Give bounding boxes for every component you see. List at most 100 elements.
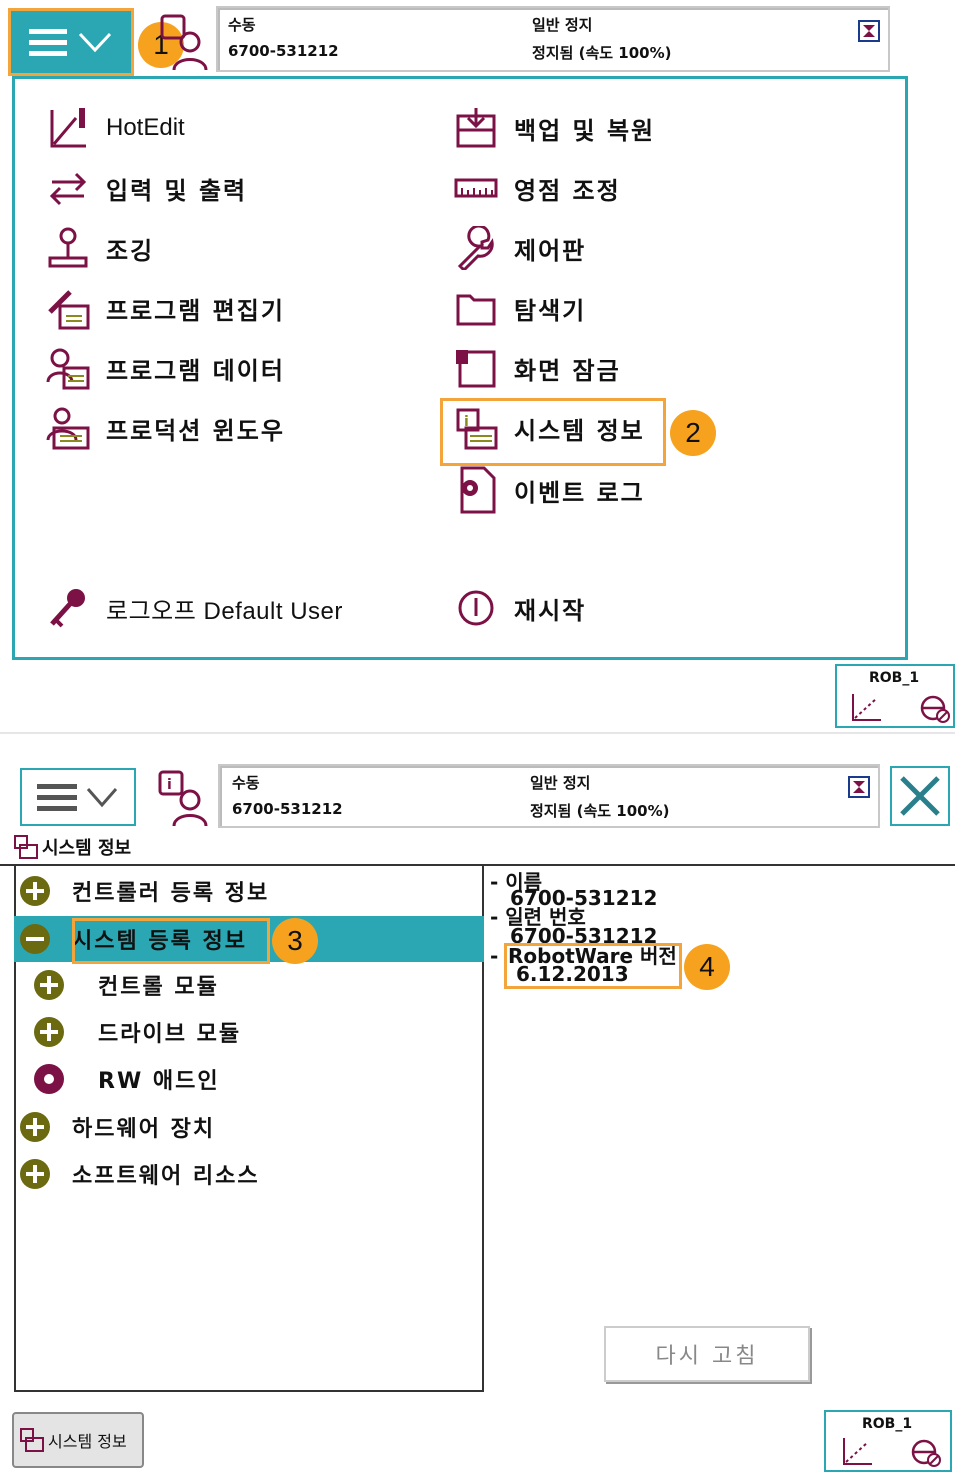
tree-item-label: RW 애드인 (98, 1069, 220, 1094)
menu-item-control-panel[interactable]: 제어판 (452, 224, 586, 272)
jogging-icon (48, 227, 88, 268)
quickset-rob1-button[interactable]: ROB_1 (835, 664, 955, 728)
rob-label: ROB_1 (862, 1416, 913, 1432)
speed-lock-icon (911, 1439, 941, 1467)
event-log-icon (460, 466, 496, 514)
menu-item-label: HotEdit (106, 114, 185, 141)
status-indicator-icon (858, 20, 880, 42)
tree-item-software-resources[interactable]: 소프트웨어 리소스 (14, 1151, 260, 1197)
power-icon (458, 590, 494, 626)
highlight-frame-robotware-version (504, 943, 682, 989)
hotedit-icon (50, 108, 86, 148)
menu-item-label: 백업 및 복원 (514, 116, 656, 145)
coordinate-icon (843, 1438, 872, 1465)
folder-icon (456, 294, 496, 326)
menu-item-label: 탐색기 (514, 296, 587, 325)
tree-item-rw-addin[interactable]: RW 애드인 (14, 1056, 220, 1102)
status-indicator-icon (848, 776, 870, 798)
program-editor-icon (48, 290, 90, 330)
main-menu-button[interactable] (20, 768, 136, 826)
program-data-icon (46, 348, 90, 390)
io-icon (49, 172, 87, 206)
menu-item-label: 이벤트 로그 (514, 478, 645, 507)
speed-lock-icon (920, 695, 950, 723)
menu-item-explorer[interactable]: 탐색기 (452, 284, 586, 332)
speed-status: 정지됨 (속도 100%) (530, 802, 670, 820)
menu-item-label: 조깅 (106, 236, 155, 265)
chevron-down-icon (78, 32, 112, 53)
stop-state: 일반 정지 (532, 16, 593, 34)
key-icon (50, 589, 85, 628)
main-menu-button[interactable] (8, 8, 134, 76)
hamburger-icon (29, 28, 67, 56)
menu-item-label: 제어판 (514, 236, 587, 265)
tree-item-drive-module[interactable]: 드라이브 모듈 (14, 1009, 241, 1055)
logoff-button[interactable]: 로그오프 Default User (44, 584, 343, 632)
menu-item-jogging[interactable]: 조깅 (44, 224, 154, 272)
wrench-icon (457, 226, 494, 270)
system-name: 6700-531212 (228, 42, 339, 60)
close-icon (900, 776, 940, 816)
tree-item-label: 컨트롤 모듈 (98, 975, 219, 1000)
window-title-label: 시스템 정보 (42, 838, 132, 859)
callout-4: 4 (684, 944, 730, 990)
menu-item-production-window[interactable]: 프로덕션 윈도우 (44, 404, 285, 452)
menu-item-label: 영점 조정 (514, 176, 621, 205)
operating-mode: 수동 (228, 16, 256, 34)
menu-item-label: 프로그램 편집기 (106, 296, 285, 325)
expand-icon (34, 970, 64, 1000)
tree-item-label: 소프트웨어 리소스 (72, 1164, 260, 1189)
hamburger-icon (37, 783, 77, 811)
tree-item-label: 컨트롤러 등록 정보 (72, 881, 270, 906)
menu-item-program-data[interactable]: 프로그램 데이터 (44, 344, 285, 392)
expand-icon (20, 876, 50, 906)
restart-label: 재시작 (514, 596, 587, 625)
refresh-button[interactable]: 다시 고침 (604, 1326, 810, 1382)
info-rw-dash: - (490, 944, 499, 968)
calibration-icon (454, 178, 498, 198)
menu-item-label: 프로덕션 윈도우 (106, 416, 285, 445)
system-info-icon (20, 1428, 44, 1452)
speed-status: 정지됨 (속도 100%) (532, 44, 672, 62)
restart-button[interactable]: 재시작 (452, 584, 586, 632)
menu-item-event-log[interactable]: 이벤트 로그 (452, 466, 645, 514)
status-bar: 수동 6700-531212 일반 정지 정지됨 (속도 100%) (216, 6, 890, 72)
menu-item-backup[interactable]: 백업 및 복원 (452, 104, 655, 152)
taskbar-label: 시스템 정보 (48, 1432, 127, 1451)
chevron-down-icon (86, 788, 118, 808)
menu-item-lock-screen[interactable]: 화면 잠금 (452, 344, 621, 392)
highlight-frame-system-properties (72, 918, 270, 964)
highlight-frame-system-info (440, 398, 666, 466)
menu-item-program-editor[interactable]: 프로그램 편집기 (44, 284, 285, 332)
rob-label: ROB_1 (869, 670, 920, 686)
tree-item-label: 드라이브 모듈 (98, 1022, 242, 1047)
refresh-button-label: 다시 고침 (655, 1344, 759, 1369)
tree-item-control-module[interactable]: 컨트롤 모듈 (14, 962, 219, 1008)
status-bar: 수동 6700-531212 일반 정지 정지됨 (속도 100%) (218, 764, 880, 828)
menu-item-label: 입력 및 출력 (106, 176, 248, 205)
window-title: 시스템 정보 (14, 834, 131, 860)
quickset-rob1-button[interactable]: ROB_1 (824, 1410, 952, 1472)
svg-text:i: i (167, 777, 172, 793)
tree-item-hardware-devices[interactable]: 하드웨어 장치 (14, 1104, 215, 1150)
menu-item-label: 화면 잠금 (514, 356, 621, 385)
menu-item-label: 프로그램 데이터 (106, 356, 285, 385)
lock-icon (456, 350, 496, 388)
menu-item-calibration[interactable]: 영점 조정 (452, 164, 621, 212)
operating-mode: 수동 (232, 774, 260, 792)
collapse-icon (20, 924, 50, 954)
system-info-icon (14, 835, 38, 859)
taskbar-system-info[interactable]: 시스템 정보 (12, 1412, 144, 1468)
expand-icon (34, 1017, 64, 1047)
system-user-icon: i (158, 770, 208, 827)
system-name: 6700-531212 (232, 800, 343, 818)
production-window-icon (46, 407, 90, 450)
menu-item-hotedit[interactable]: HotEdit (44, 104, 185, 152)
close-button[interactable] (890, 766, 950, 826)
stop-state: 일반 정지 (530, 774, 591, 792)
coordinate-icon (852, 694, 881, 721)
menu-item-io[interactable]: 입력 및 출력 (44, 164, 247, 212)
expand-icon (20, 1112, 50, 1142)
tree-item-controller-properties[interactable]: 컨트롤러 등록 정보 (14, 868, 484, 914)
tree-item-label: 하드웨어 장치 (72, 1117, 216, 1142)
